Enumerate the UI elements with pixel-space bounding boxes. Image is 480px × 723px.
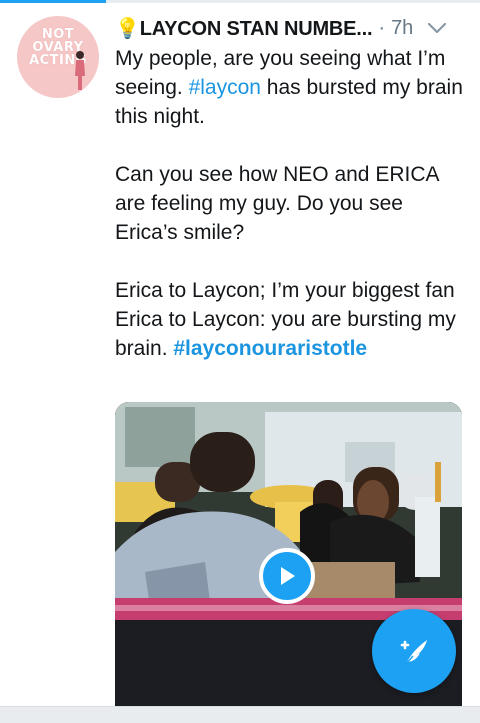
avatar-figure-icon xyxy=(75,51,85,90)
play-button[interactable] xyxy=(259,548,315,604)
tweet-timestamp[interactable]: 7h xyxy=(391,17,413,40)
play-icon xyxy=(281,567,295,585)
tweet-body: My people, are you seeing what I’m seein… xyxy=(115,44,470,363)
hashtag-link-layconouraristotle[interactable]: #layconouraristotle xyxy=(173,337,367,360)
compose-feather-icon xyxy=(400,640,427,665)
tweet-paragraph-3-line-2: Erica to Laycon: you are bursting my bra… xyxy=(115,305,470,363)
hashtag-link-laycon[interactable]: #laycon xyxy=(189,76,261,99)
tweet-paragraph-3-line-1: Erica to Laycon; I’m your biggest fan xyxy=(115,279,455,302)
author-name[interactable]: 💡LAYCON STAN NUMBE... xyxy=(115,16,373,41)
chevron-down-icon[interactable] xyxy=(427,21,447,35)
loading-progress-fill xyxy=(0,0,106,3)
tweet-header: 💡LAYCON STAN NUMBE... · 7h xyxy=(115,13,465,43)
loading-progress-bar xyxy=(0,0,480,3)
compose-tweet-button[interactable] xyxy=(372,609,456,693)
bottom-navigation-bar xyxy=(0,706,480,723)
tweet-paragraph-2: Can you see how NEO and ERICA are feelin… xyxy=(115,163,439,244)
avatar[interactable]: NOT OVARY ACTING xyxy=(17,16,99,98)
tweet-paragraph-1: My people, are you seeing what I’m seein… xyxy=(115,44,470,131)
header-separator: · xyxy=(378,16,386,39)
